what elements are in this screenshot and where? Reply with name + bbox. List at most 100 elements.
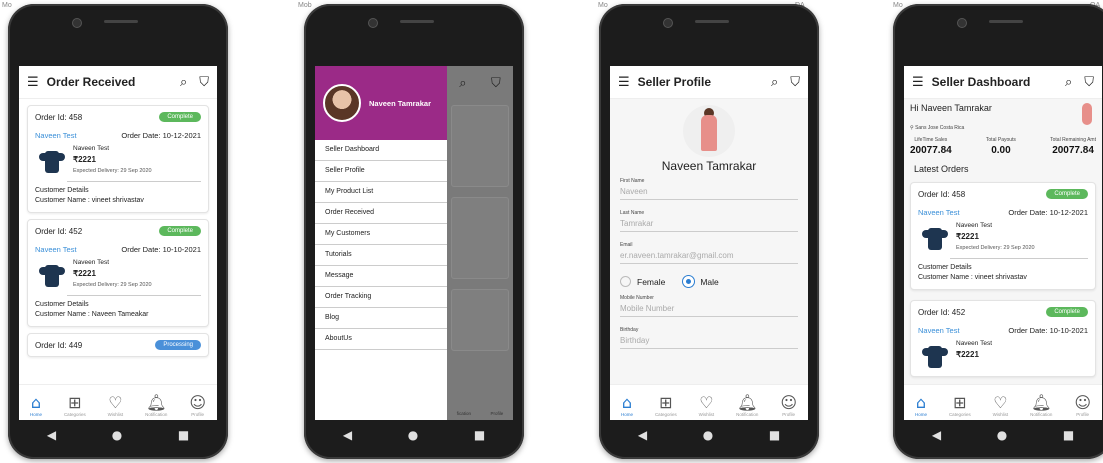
hamburger-icon[interactable]: ☰ [912, 75, 924, 90]
order-card[interactable]: Order Id: 458 Complete Naveen Test Order D… [910, 182, 1096, 290]
recent-icon[interactable]: ■ [474, 428, 485, 442]
heart-icon: ♡ [108, 393, 123, 412]
tab-notification[interactable]: 🔔︎ Notification [736, 394, 759, 418]
product-price: ₹2221 [956, 350, 979, 359]
recent-icon[interactable]: ■ [769, 428, 780, 442]
drawer-item-product-list[interactable]: My Product List [315, 182, 447, 203]
tab-notification[interactable]: 🔔︎ Notification [1030, 394, 1052, 418]
customer-link[interactable]: Naveen Test [918, 326, 960, 335]
profile-avatar[interactable] [683, 105, 735, 157]
drawer-item-about[interactable]: AboutUs [315, 329, 447, 350]
search-icon[interactable]: ⌕ [180, 75, 187, 90]
home-nav-icon[interactable]: ● [112, 428, 122, 442]
user-name: Naveen Tamrakar [369, 98, 431, 108]
drawer-item-seller-dashboard[interactable]: Seller Dashboard [315, 140, 447, 161]
last-name-field[interactable]: Last Name Tamrakar [620, 210, 798, 232]
tab-profile[interactable]: ☺ Profile [780, 394, 797, 418]
home-icon: ⌂ [30, 393, 42, 412]
tab-notification[interactable]: 🔔︎ Notification [145, 393, 167, 418]
recent-icon[interactable]: ■ [1063, 428, 1074, 442]
tab-wishlist[interactable]: ♡ Wishlist [107, 393, 124, 418]
profile-name: Naveen Tamrakar [661, 159, 757, 173]
search-icon[interactable]: ⌕ [771, 75, 778, 90]
card-shadow [451, 197, 509, 279]
order-card[interactable]: Order Id: 449 Processing [27, 333, 209, 357]
tab-label: Wishlist [992, 412, 1009, 417]
tab-label: Notification [736, 412, 759, 417]
customer-link[interactable]: Naveen Test [918, 208, 960, 217]
tab-label: Wishlist [107, 412, 124, 417]
order-id: Order Id: 452 [35, 226, 83, 236]
drawer-item-customers[interactable]: My Customers [315, 224, 447, 245]
screen: ☰ Seller Dashboard ⌕ ⛉ Hi Naveen Tamraka… [904, 66, 1102, 420]
field-value: Birthday [620, 336, 650, 345]
birthday-field[interactable]: Birthday Birthday [620, 327, 798, 349]
status-badge: Complete [159, 226, 201, 236]
product-name: Naveen Test [73, 145, 110, 152]
home-nav-icon[interactable]: ● [997, 428, 1007, 442]
edge-fragment: Mo [598, 2, 608, 9]
order-date: Order Date: 10-10-2021 [121, 245, 201, 254]
recent-icon[interactable]: ■ [178, 428, 189, 442]
drawer-item-tutorials[interactable]: Tutorials [315, 245, 447, 266]
female-label: Female [637, 276, 666, 287]
tab-home[interactable]: ⌂ Home [915, 394, 927, 418]
tab-wishlist[interactable]: ♡ Wishlist [699, 393, 715, 418]
order-card[interactable]: Order Id: 452 Complete Naveen Test Order D… [27, 219, 209, 327]
drawer-item-seller-profile[interactable]: Seller Profile [315, 161, 447, 182]
page-title: Order Received [46, 75, 136, 89]
mobile-field[interactable]: Mobile Number Mobile Number [620, 295, 798, 317]
tab-label: Profile [191, 412, 205, 417]
drawer-item-blog[interactable]: Blog [315, 308, 447, 329]
tab-categories[interactable]: ⊞ Categories [64, 394, 86, 418]
customer-details-label: Customer Details [35, 187, 89, 194]
customer-link[interactable]: Naveen Test [35, 245, 77, 254]
order-card[interactable]: Order Id: 458 Complete Naveen Test Order D… [27, 105, 209, 213]
home-nav-icon[interactable]: ● [703, 428, 713, 442]
search-icon[interactable]: ⌕ [1065, 75, 1072, 90]
phone-seller-profile: ☰ Seller Profile ⌕ ⛉ Naveen Tamrakar Fir… [599, 4, 819, 459]
tab-profile[interactable]: ☺ Profile [1074, 394, 1091, 418]
tab-profile[interactable]: ☺ Profile [189, 394, 206, 418]
customer-link[interactable]: Naveen Test [35, 131, 77, 140]
hamburger-icon[interactable]: ☰ [618, 75, 630, 90]
bag-icon[interactable]: ⛉ [790, 75, 800, 90]
stat-value: 20077.84 [910, 145, 952, 156]
bottom-tab-bar: ⌂ Home ⊞ Categories ♡ Wishlist 🔔︎ Notificati… [19, 384, 217, 420]
male-radio[interactable] [683, 276, 695, 287]
bell-icon: 🔔︎ [146, 393, 167, 412]
order-id: Order Id: 458 [35, 112, 83, 122]
drawer-item-message[interactable]: Message [315, 266, 447, 287]
drawer-overlay[interactable]: ⌕ ⛉ fication Profile [447, 66, 513, 420]
home-nav-icon[interactable]: ● [408, 428, 418, 442]
heart-icon: ♡ [993, 393, 1008, 412]
stat-value: 0.00 [991, 145, 1011, 156]
order-card[interactable]: Order Id: 452 Complete Naveen Test Order D… [910, 300, 1096, 377]
customer-name: Customer Name : vineet shrivastav [918, 274, 1027, 281]
first-name-field[interactable]: First Name Naveen [620, 178, 798, 200]
back-icon[interactable]: ◀ [47, 428, 56, 442]
hamburger-icon[interactable]: ☰ [27, 75, 39, 90]
back-icon[interactable]: ◀ [343, 428, 352, 442]
back-icon[interactable]: ◀ [932, 428, 941, 442]
speaker [695, 20, 729, 23]
bag-icon[interactable]: ⛉ [1084, 75, 1094, 90]
tab-home[interactable]: ⌂ Home [620, 394, 633, 418]
tab-categories[interactable]: ⊞ Categories [655, 394, 677, 418]
drawer-item-order-received[interactable]: Order Received [315, 203, 447, 224]
heart-icon: ♡ [699, 393, 714, 412]
tab-label: Categories [948, 412, 971, 417]
tab-categories[interactable]: ⊞ Categories [948, 394, 971, 418]
field-value: Tamrakar [620, 219, 654, 228]
tab-home[interactable]: ⌂ Home [30, 393, 42, 418]
female-radio[interactable] [620, 276, 631, 287]
order-date: Order Date: 10-12-2021 [121, 131, 201, 140]
tab-wishlist[interactable]: ♡ Wishlist [992, 393, 1009, 418]
tab-label: Home [620, 412, 633, 417]
back-icon[interactable]: ◀ [638, 428, 647, 442]
order-date: Order Date: 10-12-2021 [1008, 208, 1088, 217]
phone-order-received: ☰ Order Received ⌕ ⛉ Order Id: 458 Comple… [8, 4, 228, 459]
drawer-item-order-tracking[interactable]: Order Tracking [315, 287, 447, 308]
bag-icon[interactable]: ⛉ [199, 75, 209, 90]
email-field[interactable]: Email er.naveen.tamrakar@gmail.com [620, 242, 798, 264]
